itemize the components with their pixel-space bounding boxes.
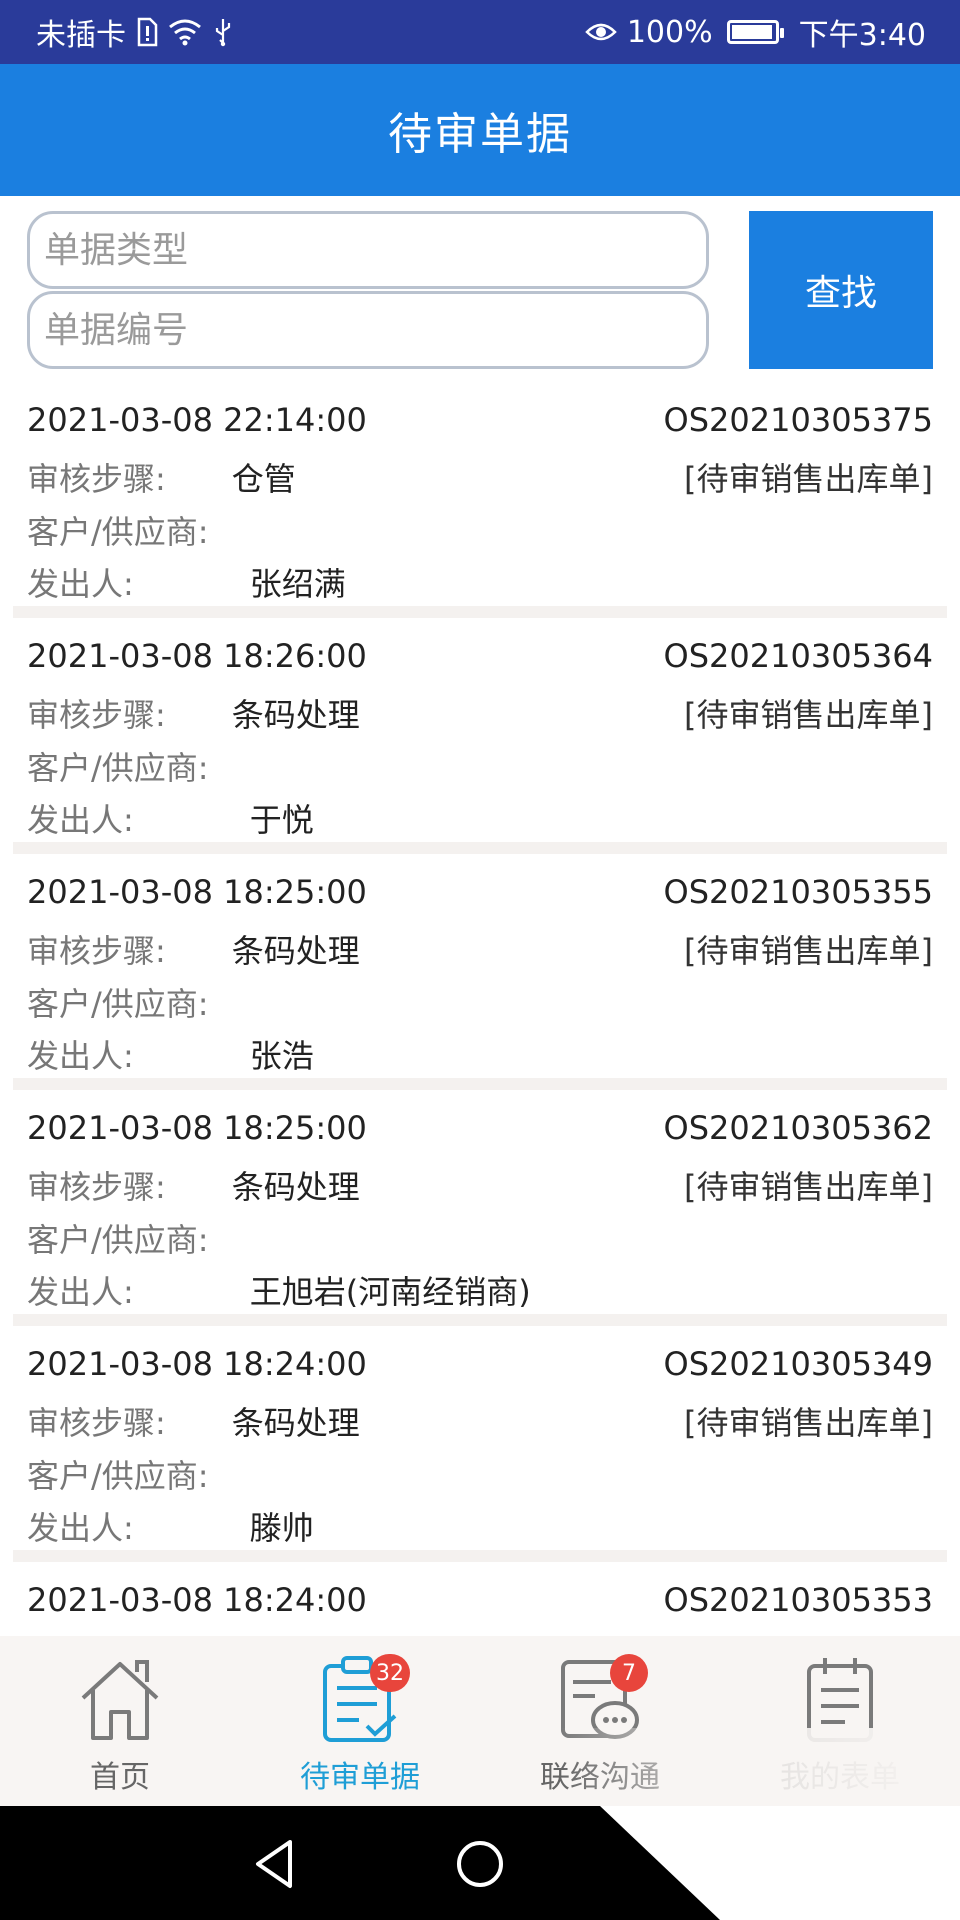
doc-number: OS20210305375 [663,401,933,439]
doc-type: [待审销售出库单] [684,696,933,734]
battery-icon [726,20,784,44]
list-item[interactable]: 2021-03-08 18:26:00 OS20210305364 审核步骤: 条码… [13,618,947,854]
usb-icon [212,15,234,49]
sender-label: 发出人: [27,1509,134,1547]
sender-value: 王旭岩(河南经销商) [249,1273,531,1311]
sim-alert-icon [136,15,158,49]
pending-count-badge: 32 [370,1654,410,1692]
message-count-badge: 7 [610,1654,648,1692]
doc-number: OS20210305355 [663,873,933,911]
search-button[interactable]: 查找 [749,211,933,369]
tab-my-forms[interactable]: 我的表单 [720,1636,960,1806]
form-icon [807,1658,873,1742]
list-item[interactable]: 2021-03-08 18:25:00 OS20210305355 审核步骤: 条码… [13,854,947,1090]
doc-datetime: 2021-03-08 22:14:00 [27,401,367,439]
customer-label: 客户/供应商: [27,1221,209,1259]
doc-type: [待审销售出库单] [684,932,933,970]
doc-number: OS20210305364 [663,637,933,675]
list-item[interactable]: 2021-03-08 18:24:00 OS20210305349 审核步骤: 条码… [13,1326,947,1562]
tab-label: 我的表单 [780,1760,900,1795]
tab-label: 待审单据 [300,1760,420,1795]
customer-label: 客户/供应商: [27,985,209,1023]
document-list: 2021-03-08 22:14:00 OS20210305375 审核步骤: 仓管… [0,382,960,1636]
list-item[interactable]: 2021-03-08 18:24:00 OS20210305353 [13,1562,947,1636]
doc-number: OS20210305349 [663,1345,933,1383]
doc-number: OS20210305353 [663,1581,933,1619]
customer-label: 客户/供应商: [27,513,209,551]
sender-label: 发出人: [27,565,134,603]
sender-value: 张浩 [249,1037,314,1075]
page-title: 待审单据 [388,109,572,160]
status-right: 100% 下午3:40 [585,10,926,54]
sender-value: 于悦 [249,801,314,839]
step-value: 仓管 [231,460,296,498]
doc-datetime: 2021-03-08 18:24:00 [27,1345,367,1383]
clock: 下午3:40 [798,18,926,53]
step-label: 审核步骤: [27,932,166,970]
list-item[interactable]: 2021-03-08 22:14:00 OS20210305375 审核步骤: 仓管… [13,382,947,618]
status-left: 未插卡 [36,10,234,54]
step-value: 条码处理 [231,932,360,970]
status-bar: 未插卡 100% 下午3:40 [0,0,960,64]
step-value: 条码处理 [231,1404,360,1442]
doc-datetime: 2021-03-08 18:26:00 [27,637,367,675]
sender-value: 滕帅 [249,1509,314,1547]
doc-type: [待审销售出库单] [684,1168,933,1206]
step-label: 审核步骤: [27,696,166,734]
doc-datetime: 2021-03-08 18:25:00 [27,1109,367,1147]
home-icon [81,1660,159,1740]
bottom-nav: 首页 32 待审单据 7 联络沟通 我的表单 [0,1636,960,1806]
sender-value: 张绍满 [249,565,346,603]
step-label: 审核步骤: [27,1168,166,1206]
tab-pending-docs[interactable]: 32 待审单据 [240,1636,480,1806]
doc-type-input[interactable] [27,211,709,289]
doc-type: [待审销售出库单] [684,460,933,498]
eye-comfort-icon [585,15,617,49]
doc-datetime: 2021-03-08 18:24:00 [27,1581,367,1619]
sender-label: 发出人: [27,1037,134,1075]
wifi-icon [168,15,202,49]
battery-percent: 100% [626,14,713,50]
list-item[interactable]: 2021-03-08 18:25:00 OS20210305362 审核步骤: 条码… [13,1090,947,1326]
doc-datetime: 2021-03-08 18:25:00 [27,873,367,911]
doc-number-input[interactable] [27,291,709,369]
step-value: 条码处理 [231,696,360,734]
tab-label: 联络沟通 [540,1760,660,1795]
tab-home[interactable]: 首页 [0,1636,240,1806]
doc-number: OS20210305362 [663,1109,933,1147]
app-header: 待审单据 [0,64,960,196]
doc-type: [待审销售出库单] [684,1404,933,1442]
tab-label: 首页 [90,1760,150,1795]
carrier-text: 未插卡 [36,18,126,53]
tab-contact[interactable]: 7 联络沟通 [480,1636,720,1806]
customer-label: 客户/供应商: [27,1457,209,1495]
battery-fill [731,25,772,39]
customer-label: 客户/供应商: [27,749,209,787]
step-value: 条码处理 [231,1168,360,1206]
search-area: 查找 [0,196,960,382]
step-label: 审核步骤: [27,460,166,498]
step-label: 审核步骤: [27,1404,166,1442]
sender-label: 发出人: [27,801,134,839]
sender-label: 发出人: [27,1273,134,1311]
home-circle-icon[interactable] [450,1834,510,1894]
back-icon[interactable] [246,1834,306,1894]
